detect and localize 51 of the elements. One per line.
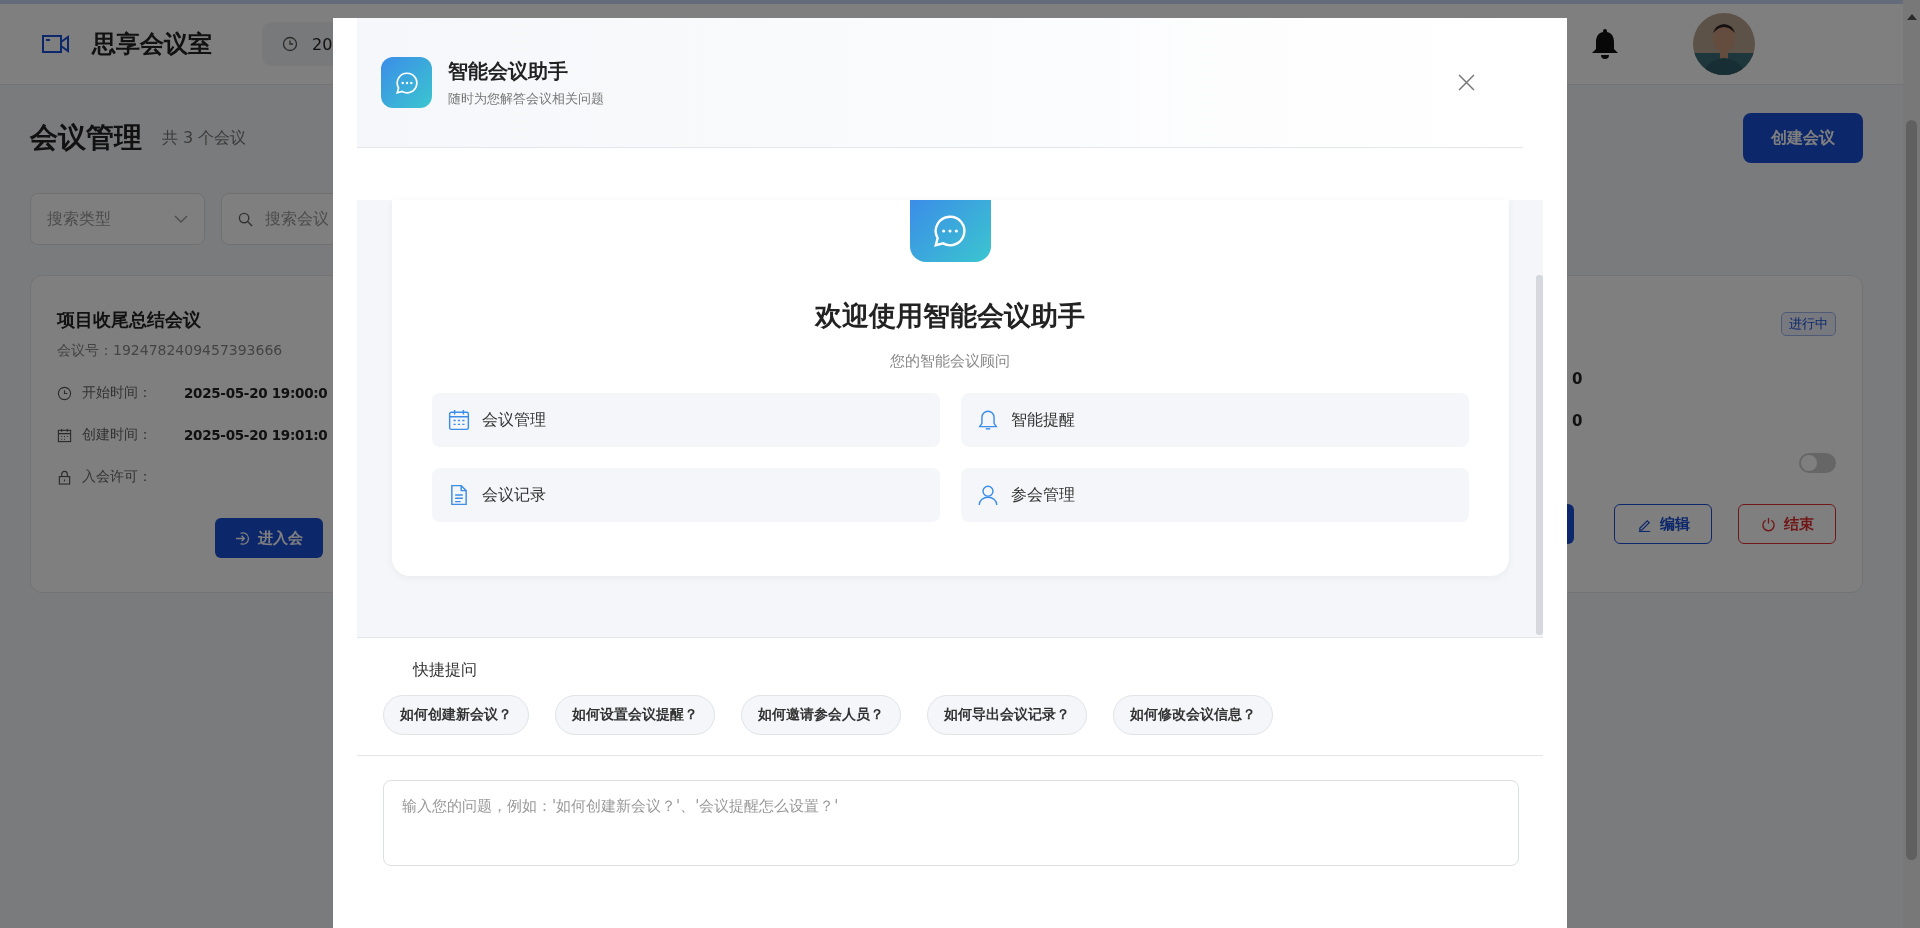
field-value: 0 [1572,411,1583,432]
app-title: 思享会议室 [92,29,212,60]
user-icon [976,484,999,506]
video-camera-icon [42,34,70,54]
dialog-subtitle: 随时为您解答会议相关问题 [448,89,604,108]
quick-question-chip[interactable]: 如何修改会议信息？ [1113,695,1273,735]
enter-icon [235,530,250,546]
lock-icon [57,469,72,485]
feature-label: 会议记录 [481,484,546,506]
chat-scrollbar[interactable] [1536,275,1543,635]
bell-icon [976,409,999,431]
field-value: 0 [1572,369,1583,390]
feature-label: 参会管理 [1010,484,1075,506]
meeting-title: 项目收尾总结会议 [57,308,202,332]
quick-question-chip[interactable]: 如何设置会议提醒？ [555,695,715,735]
close-icon[interactable] [1458,74,1475,91]
quick-question-chip[interactable]: 如何创建新会议？ [383,695,529,735]
scrollbar-thumb[interactable] [1906,120,1917,860]
search-icon [238,211,253,227]
feature-label: 会议管理 [481,409,546,431]
calendar-icon [57,427,72,443]
clock-icon [57,385,72,401]
question-input[interactable]: 输入您的问题，例如：'如何创建新会议？'、'会议提醒怎么设置？' [383,780,1519,866]
quick-question-chip[interactable]: 如何导出会议记录？ [927,695,1087,735]
meeting-count: 共 3 个会议 [162,127,247,149]
dialog-title: 智能会议助手 [448,57,569,85]
permission-toggle[interactable] [1799,453,1836,473]
welcome-subtitle: 您的智能会议顾问 [890,352,1010,371]
field-label: 入会许可： [82,468,153,486]
field-value: 2025-05-20 19:00:0 [184,385,328,401]
status-badge: 进行中 [1781,312,1836,336]
feature-item[interactable]: 会议管理 [431,393,940,447]
field-label: 开始时间： [82,384,153,402]
welcome-heading: 欢迎使用智能会议助手 [815,299,1085,333]
feature-label: 智能提醒 [1010,409,1075,431]
scroll-up-icon[interactable] [1906,14,1917,20]
chat-icon [381,57,432,108]
field-label: 创建时间： [82,426,153,444]
power-icon [1760,516,1776,532]
date-text: 20 [312,34,333,54]
feature-item[interactable]: 会议记录 [431,468,940,522]
meeting-id: 会议号：1924782409457393666 [57,342,284,360]
clock-icon [282,36,298,52]
feature-item[interactable]: 参会管理 [960,468,1469,522]
page-title: 会议管理 [30,120,142,156]
field-value: 2025-05-20 19:01:0 [184,427,328,443]
calendar-icon [447,409,470,431]
feature-item[interactable]: 智能提醒 [960,393,1469,447]
quick-question-chip[interactable]: 如何邀请参会人员？ [741,695,901,735]
chevron-down-icon [174,215,188,223]
quick-questions-label: 快捷提问 [413,660,478,681]
